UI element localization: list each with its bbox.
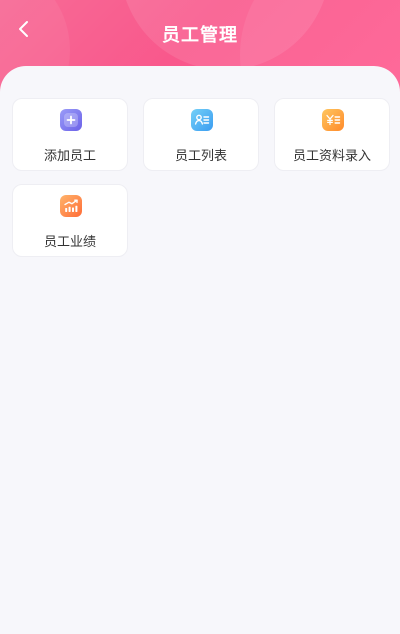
yen-list-icon: [322, 109, 344, 131]
menu-item-employee-data-entry[interactable]: 员工资料录入: [274, 98, 390, 171]
menu-item-employee-list[interactable]: 员工列表: [143, 98, 259, 171]
menu-item-label: 员工资料录入: [292, 149, 371, 164]
add-square-icon: [60, 109, 82, 131]
menu-item-label: 员工列表: [174, 149, 227, 164]
content-panel: 添加员工 员工列表 员工资料录入 员工业绩: [0, 66, 400, 634]
menu-item-add-employee[interactable]: 添加员工: [12, 98, 128, 171]
contact-card-icon: [191, 109, 213, 131]
menu-item-label: 员工业绩: [43, 235, 96, 250]
menu-item-employee-performance[interactable]: 员工业绩: [12, 184, 128, 257]
page-title: 员工管理: [162, 25, 238, 46]
bar-chart-up-icon: [60, 195, 82, 217]
menu-item-label: 添加员工: [43, 149, 96, 164]
